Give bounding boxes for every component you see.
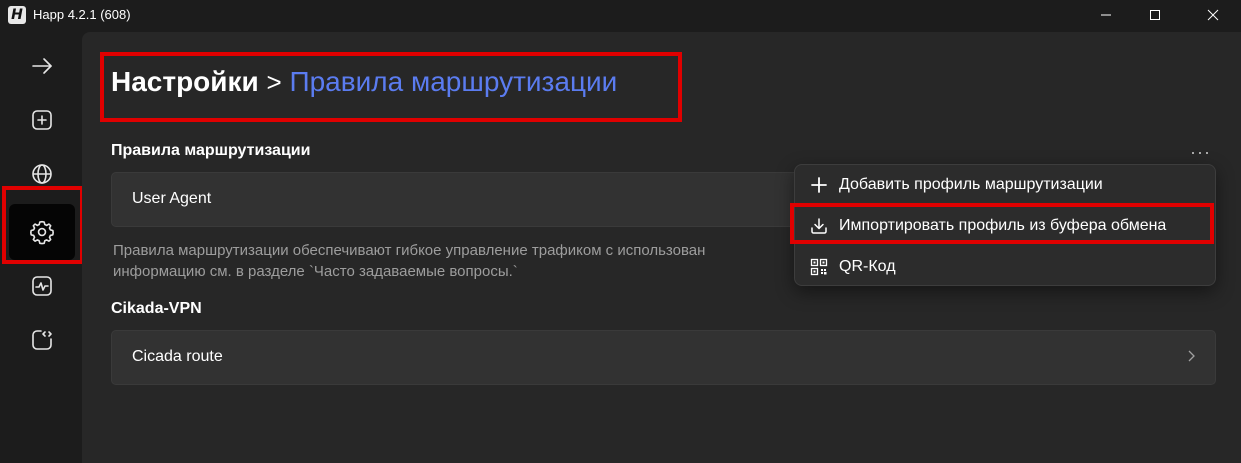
sidebar-item-logs[interactable] bbox=[9, 312, 75, 368]
title-bar: H Happ 4.2.1 (608) bbox=[0, 0, 1241, 32]
section-title-cikada: Cikada-VPN bbox=[111, 300, 202, 317]
app-logo: H bbox=[8, 6, 26, 24]
minimize-icon bbox=[1101, 14, 1111, 16]
add-square-icon bbox=[32, 110, 52, 130]
section-title-routing: Правила маршрутизации bbox=[111, 142, 311, 159]
routing-description-line2: информацию см. в разделе `Часто задаваем… bbox=[113, 263, 518, 280]
close-button[interactable] bbox=[1190, 0, 1236, 30]
close-icon bbox=[1207, 9, 1219, 21]
maximize-icon bbox=[1150, 10, 1160, 20]
window-title: Happ 4.2.1 (608) bbox=[33, 7, 131, 22]
annotation-highlight-breadcrumb bbox=[100, 52, 682, 122]
chevron-right-icon bbox=[1188, 350, 1195, 362]
routing-description-line1: Правила маршрутизации обеспечивают гибко… bbox=[113, 242, 706, 259]
sidebar-item-add[interactable] bbox=[9, 92, 75, 148]
cicada-route-label: Cicada route bbox=[132, 348, 223, 365]
menu-item-label: Добавить профиль маршрутизации bbox=[839, 176, 1103, 193]
sidebar-item-monitor[interactable] bbox=[9, 258, 75, 314]
menu-item-add-profile[interactable]: Добавить профиль маршрутизации bbox=[795, 165, 1215, 205]
globe-icon bbox=[32, 164, 52, 184]
user-agent-label: User Agent bbox=[132, 190, 212, 207]
plus-icon bbox=[810, 176, 828, 194]
maximize-button[interactable] bbox=[1132, 0, 1178, 30]
annotation-highlight-settings bbox=[2, 186, 84, 264]
menu-item-qr-code[interactable]: QR-Код bbox=[795, 247, 1215, 287]
qr-code-icon bbox=[810, 258, 828, 276]
activity-monitor-icon bbox=[32, 276, 52, 296]
annotation-highlight-import bbox=[790, 203, 1214, 244]
routing-description: Правила маршрутизации обеспечивают гибко… bbox=[113, 240, 793, 282]
cicada-route-card[interactable]: Cicada route bbox=[111, 330, 1216, 385]
menu-item-label: QR-Код bbox=[839, 258, 896, 275]
minimize-button[interactable] bbox=[1083, 0, 1129, 30]
sidebar-item-connect[interactable] bbox=[9, 38, 75, 94]
arrow-right-icon bbox=[32, 58, 52, 74]
more-options-button[interactable]: ··· bbox=[1190, 142, 1211, 163]
code-square-icon bbox=[32, 330, 52, 350]
